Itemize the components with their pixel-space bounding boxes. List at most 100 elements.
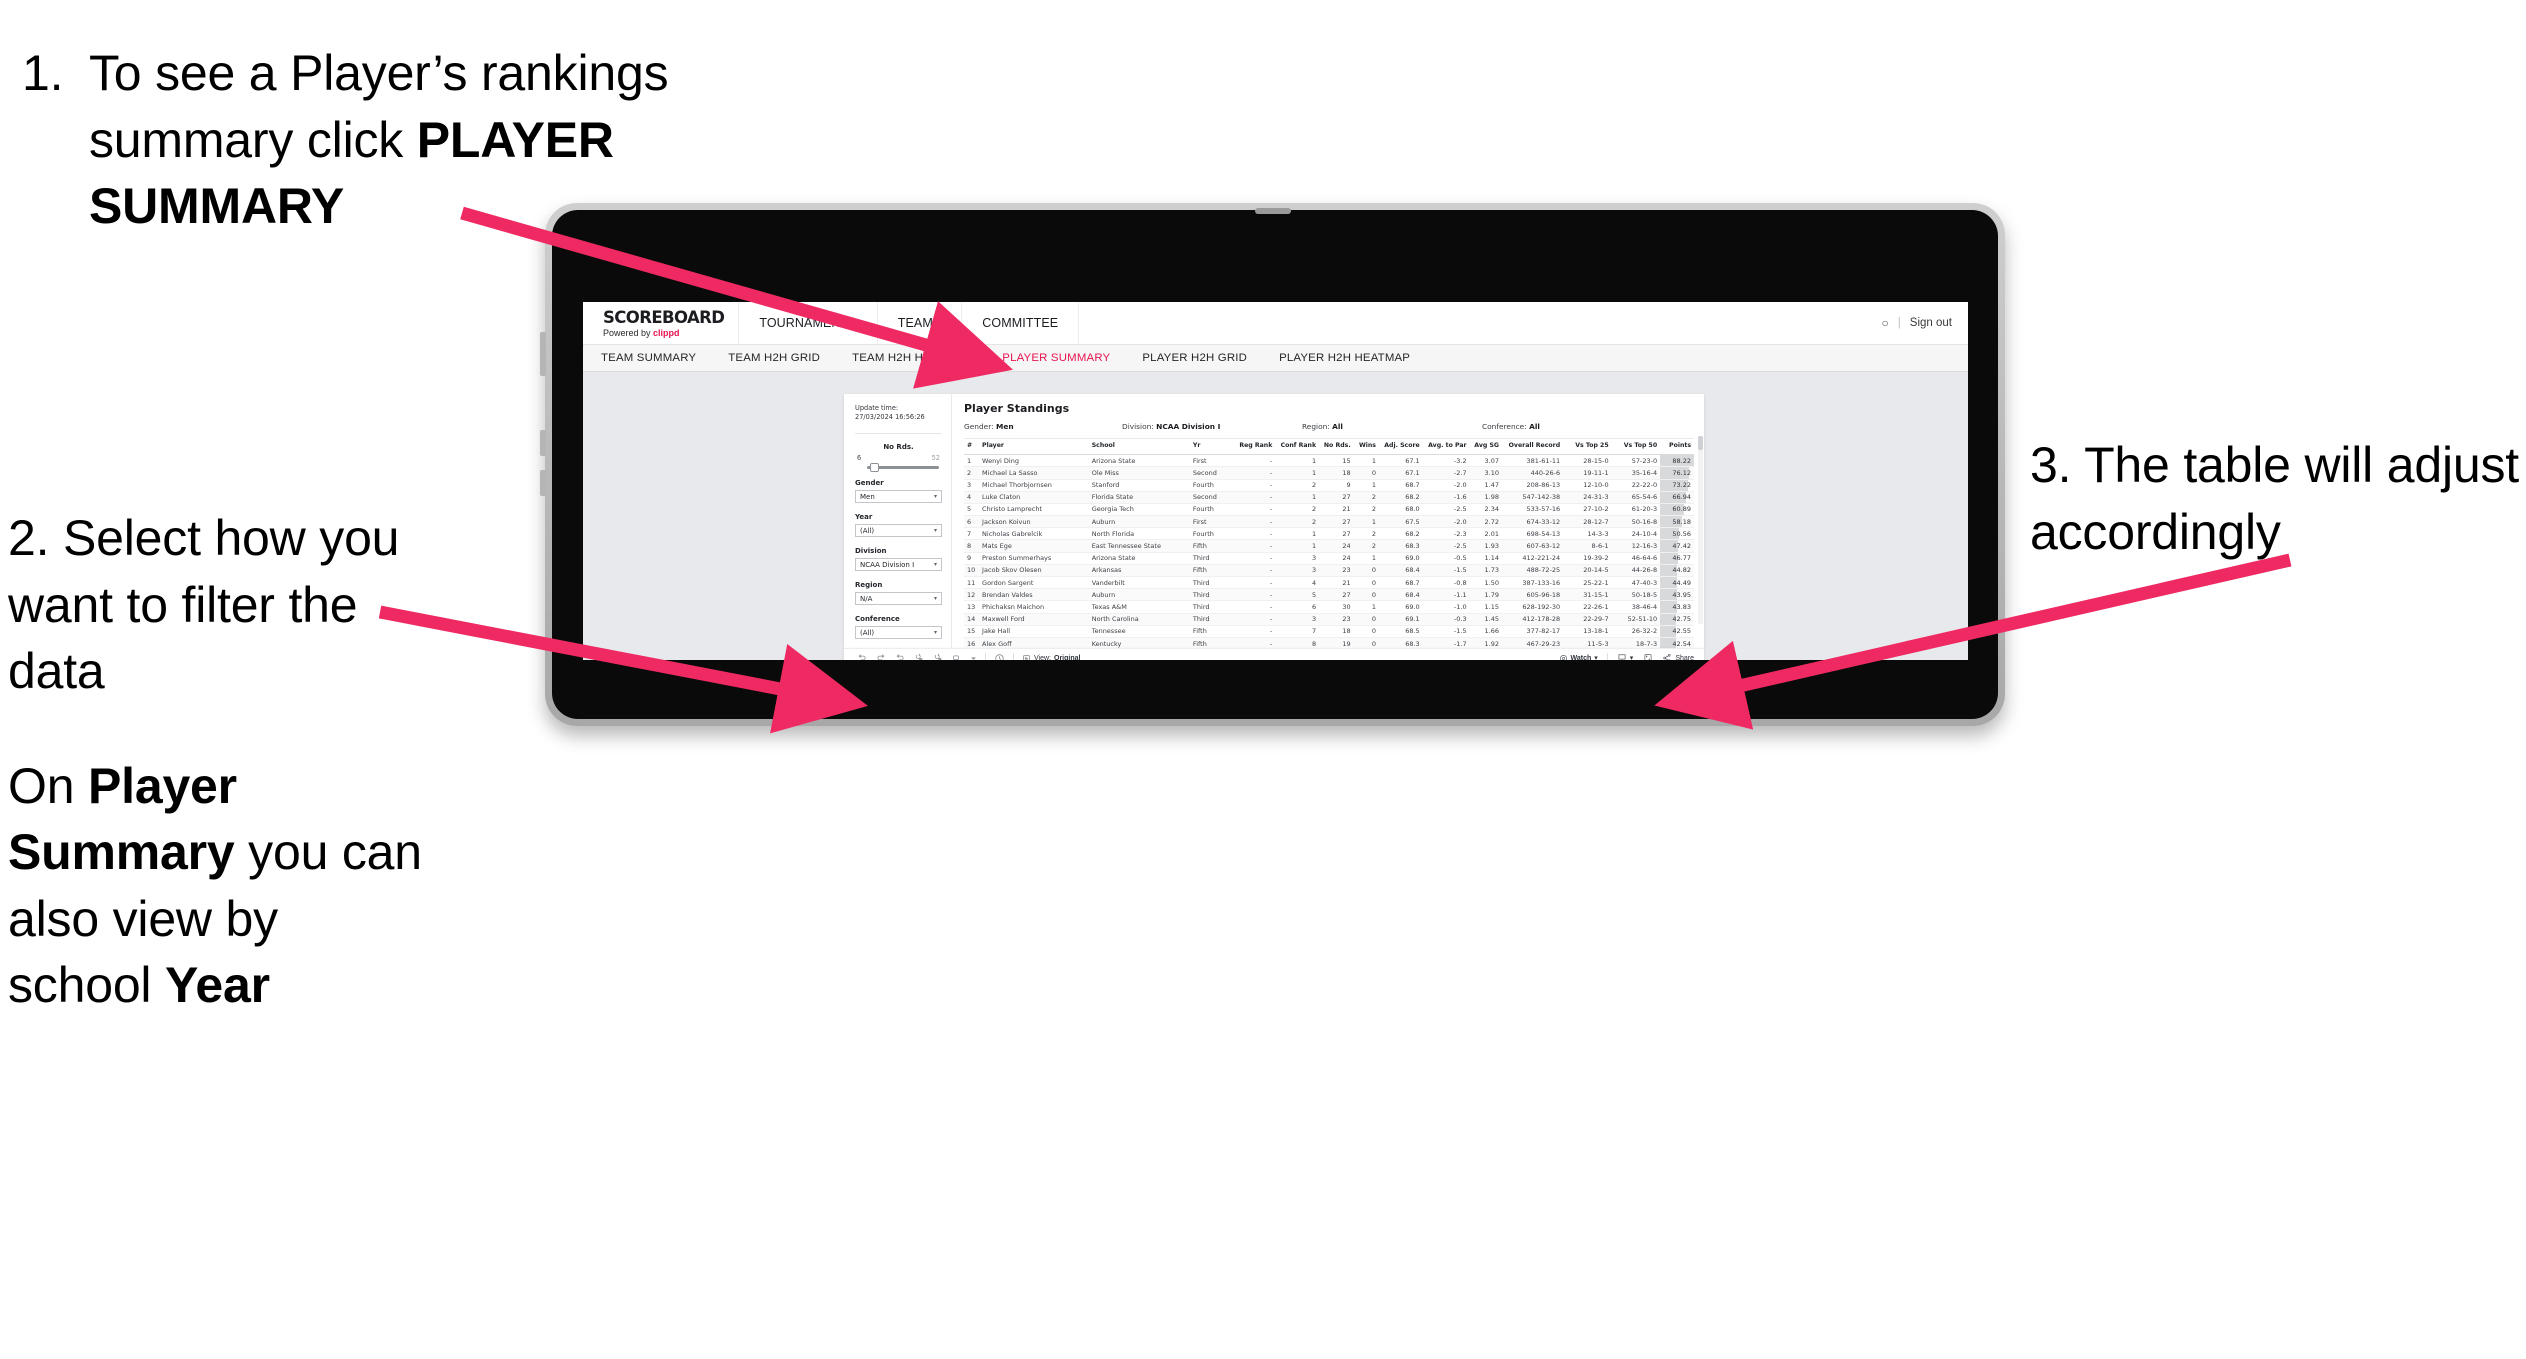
meta-conference-value: All bbox=[1529, 422, 1540, 431]
column-header-overall-record[interactable]: Overall Record bbox=[1502, 439, 1564, 456]
sign-out-link[interactable]: Sign out bbox=[1910, 317, 1952, 329]
table-scrollbar[interactable] bbox=[1698, 436, 1703, 624]
cell-vs-top-50: 35-16-4 bbox=[1611, 466, 1661, 480]
region-select[interactable]: N/A ▾ bbox=[855, 592, 942, 606]
cell-player: Luke Claton bbox=[979, 491, 1089, 504]
column-header-avg-sg[interactable]: Avg SG bbox=[1469, 439, 1503, 456]
fullscreen-icon[interactable] bbox=[1642, 653, 1653, 660]
table-row[interactable]: 6 Jackson Koivun Auburn First -2 27 1 67.5 -2.0 2… bbox=[964, 515, 1694, 529]
cell-yr: Fourth bbox=[1189, 503, 1235, 517]
cell-overall-record: 674-33-12 bbox=[1502, 515, 1564, 529]
tab-player-h2h-grid[interactable]: PLAYER H2H GRID bbox=[1142, 352, 1265, 364]
cell-conf-rank: 2 bbox=[1275, 479, 1320, 492]
pause-auto-updates-icon[interactable] bbox=[994, 653, 1005, 660]
nav-item-teams[interactable]: TEAMS bbox=[878, 302, 963, 344]
table-row[interactable]: 4 Luke Claton Florida State Second -1 27 2 68.2… bbox=[964, 491, 1694, 504]
cell-avg-to-par: -2.7 bbox=[1422, 466, 1470, 480]
user-avatar-icon[interactable]: ○ bbox=[1882, 316, 1889, 330]
table-row[interactable]: 3 Michael Thorbjornsen Stanford Fourth -2 9 1 6… bbox=[964, 479, 1694, 492]
region-select-value: N/A bbox=[860, 594, 873, 603]
tab-player-h2h-heatmap[interactable]: PLAYER H2H HEATMAP bbox=[1279, 352, 1428, 364]
nav-item-committee[interactable]: COMMITTEE bbox=[962, 302, 1080, 344]
table-row[interactable]: 13 Phichaksn Maichon Texas A&M Third -6 30 1 69… bbox=[964, 600, 1694, 614]
points-value: 88.22 bbox=[1672, 456, 1691, 465]
column-header-vs-top-50[interactable]: Vs Top 50 bbox=[1611, 439, 1661, 456]
nav-item-tournaments[interactable]: TOURNAMENTS bbox=[739, 302, 878, 344]
chevron-down-icon[interactable] bbox=[970, 653, 977, 661]
view-original-icon[interactable] bbox=[951, 653, 962, 661]
revert-icon[interactable] bbox=[894, 653, 905, 660]
cell-points: 42.75 bbox=[1660, 613, 1694, 626]
column-header-reg-rank[interactable]: Reg Rank bbox=[1234, 439, 1276, 456]
cell-yr: Third bbox=[1189, 613, 1235, 626]
cell-rank: 6 bbox=[964, 515, 980, 529]
column-header-vs-top-25[interactable]: Vs Top 25 bbox=[1563, 439, 1612, 456]
cell-player: Preston Summerhays bbox=[979, 552, 1089, 565]
tab-team-h2h-heatmap[interactable]: TEAM H2H HEATMAP bbox=[852, 352, 988, 364]
cell-vs-top-50: 47-40-3 bbox=[1611, 576, 1661, 590]
cell-vs-top-25: 22-26-1 bbox=[1563, 600, 1612, 614]
table-row[interactable]: 2 Michael La Sasso Ole Miss Second -1 18 0 67.1… bbox=[964, 466, 1694, 480]
column-header-points[interactable]: Points bbox=[1660, 439, 1694, 456]
year-select[interactable]: (All) ▾ bbox=[855, 524, 942, 538]
column-header-school[interactable]: School bbox=[1088, 439, 1190, 456]
column-header-no-rds[interactable]: No Rds. bbox=[1319, 439, 1354, 456]
cell-yr: Fourth bbox=[1189, 527, 1235, 541]
tableau-toolbar: View: Original Watch ▾ ▾ Share bbox=[844, 648, 1704, 660]
cell-overall-record: 377-82-17 bbox=[1502, 625, 1564, 638]
cell-player: Wenyi Ding bbox=[979, 454, 1089, 468]
table-row[interactable]: 14 Maxwell Ford North Carolina Third -3 23 0 69… bbox=[964, 613, 1694, 626]
meta-division: Division: NCAA Division I bbox=[1122, 422, 1302, 431]
cell-overall-record: 488-72-25 bbox=[1502, 564, 1564, 578]
slider-handle[interactable] bbox=[869, 462, 879, 472]
table-row[interactable]: 1 Wenyi Ding Arizona State First -1 15 1 67.1 -3… bbox=[964, 454, 1694, 468]
no-rounds-slider[interactable] bbox=[867, 462, 939, 472]
brand-powered-prefix: Powered by bbox=[603, 327, 654, 338]
scrollbar-thumb[interactable] bbox=[1698, 436, 1703, 450]
cell-rank: 5 bbox=[964, 503, 980, 517]
column-header-yr[interactable]: Yr bbox=[1189, 439, 1235, 456]
account-area: ○ | Sign out bbox=[1882, 302, 1968, 344]
share-button[interactable]: Share bbox=[1662, 653, 1694, 660]
undo-icon[interactable] bbox=[856, 653, 867, 660]
cell-player: Maxwell Ford bbox=[979, 613, 1089, 626]
cell-points: 44.49 bbox=[1660, 576, 1694, 590]
column-header-avg-to-par[interactable]: Avg. to Par bbox=[1422, 439, 1470, 456]
cell-vs-top-25: 28-12-7 bbox=[1563, 515, 1612, 529]
tab-player-summary[interactable]: PLAYER SUMMARY bbox=[1002, 352, 1128, 364]
cell-wins: 0 bbox=[1353, 576, 1379, 590]
division-select[interactable]: NCAA Division I ▾ bbox=[855, 558, 942, 572]
column-header-rank[interactable]: # bbox=[964, 439, 980, 456]
tab-team-summary[interactable]: TEAM SUMMARY bbox=[601, 352, 714, 364]
download-button[interactable]: ▾ bbox=[1617, 653, 1633, 660]
table-row[interactable]: 11 Gordon Sargent Vanderbilt Third -4 21 0 68.7… bbox=[964, 576, 1694, 590]
cell-school: Auburn bbox=[1088, 515, 1190, 529]
refresh-data-icon[interactable] bbox=[913, 653, 924, 660]
column-header-wins[interactable]: Wins bbox=[1353, 439, 1379, 456]
cell-adj-score: 67.1 bbox=[1378, 466, 1423, 480]
redo-icon[interactable] bbox=[875, 653, 886, 660]
column-header-player[interactable]: Player bbox=[979, 439, 1089, 456]
table-row[interactable]: 15 Jake Hall Tennessee Fifth -7 18 0 68.5 -1.5 1.… bbox=[964, 625, 1694, 638]
table-row[interactable]: 9 Preston Summerhays Arizona State Third -3 2… bbox=[964, 552, 1694, 565]
pause-updates-icon[interactable] bbox=[932, 653, 943, 660]
filter-no-rounds-label: No Rds. bbox=[883, 442, 914, 451]
cell-avg-to-par: -2.0 bbox=[1422, 515, 1470, 529]
tab-team-h2h-grid[interactable]: TEAM H2H GRID bbox=[728, 352, 838, 364]
table-row[interactable]: 8 Mats Ege East Tennessee State Fifth -1 24 2 6… bbox=[964, 539, 1694, 553]
table-row[interactable]: 12 Brendan Valdes Auburn Third -5 27 0 68.4 -1.1… bbox=[964, 588, 1694, 602]
column-header-conf-rank[interactable]: Conf Rank bbox=[1275, 439, 1320, 456]
watch-button[interactable]: Watch ▾ bbox=[1559, 654, 1598, 660]
table-row[interactable]: 5 Christo Lamprecht Georgia Tech Fourth -2 21… bbox=[964, 503, 1694, 517]
cell-player: Brendan Valdes bbox=[979, 588, 1089, 602]
gender-select-value: Men bbox=[860, 492, 875, 501]
cell-yr: Second bbox=[1189, 491, 1235, 504]
conference-select[interactable]: (All) ▾ bbox=[855, 626, 942, 640]
view-original-button[interactable]: View: Original bbox=[1022, 654, 1080, 660]
table-row[interactable]: 10 Jacob Skov Olesen Arkansas Fifth -3 23 0 68.… bbox=[964, 564, 1694, 578]
cell-vs-top-25: 24-31-3 bbox=[1563, 491, 1612, 504]
table-row[interactable]: 7 Nicholas Gabrelcik North Florida Fourth -1… bbox=[964, 527, 1694, 541]
meta-region: Region: All bbox=[1302, 422, 1482, 431]
gender-select[interactable]: Men ▾ bbox=[855, 490, 942, 504]
column-header-adj-score[interactable]: Adj. Score bbox=[1378, 439, 1423, 456]
